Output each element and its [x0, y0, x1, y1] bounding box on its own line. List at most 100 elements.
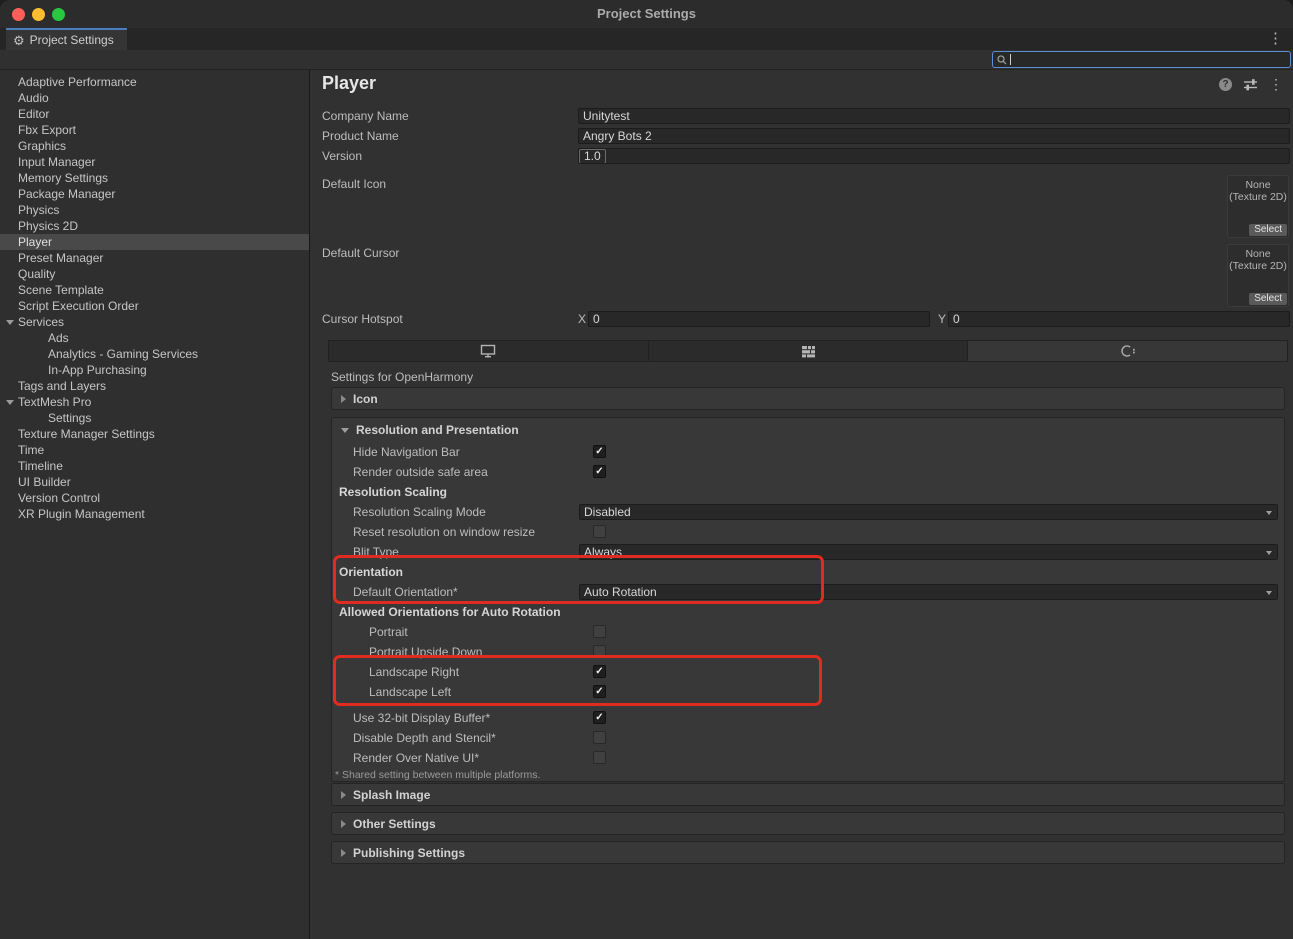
setting-label: Portrait [369, 625, 408, 639]
setting-row-render-outside-safe-area: Render outside safe area✓ [332, 462, 1284, 482]
checkbox[interactable]: ✓ [593, 445, 606, 458]
sidebar-item-label: Ads [48, 331, 69, 345]
chevron-right-icon [341, 820, 346, 828]
sidebar-item-xr-plugin-management[interactable]: XR Plugin Management [0, 506, 309, 522]
product-name-input[interactable]: Angry Bots 2 [578, 128, 1290, 144]
kebab-menu-icon[interactable]: ⋮ [1269, 78, 1283, 91]
sidebar-item-package-manager[interactable]: Package Manager [0, 186, 309, 202]
chevron-down-icon [1266, 551, 1272, 555]
sidebar-item-editor[interactable]: Editor [0, 106, 309, 122]
player-settings-panel: Player ? ⋮ Company NameUnitytest Product … [311, 70, 1293, 939]
setting-label: Landscape Left [369, 685, 451, 699]
sidebar-item-label: UI Builder [18, 475, 71, 489]
platform-tab[interactable] [649, 341, 969, 361]
sidebar-item-services[interactable]: Services [0, 314, 309, 330]
settings-for-label: Settings for OpenHarmony [331, 370, 473, 384]
chevron-down-icon[interactable] [6, 400, 14, 405]
field-label: Product Name [322, 129, 399, 143]
select-button[interactable]: Select [1249, 293, 1287, 305]
sidebar-item-fbx-export[interactable]: Fbx Export [0, 122, 309, 138]
field-value: 1.0 [579, 149, 606, 164]
company-name-input[interactable]: Unitytest [578, 108, 1290, 124]
select-button[interactable]: Select [1249, 224, 1287, 236]
foldout-resolution-and-presentation: Resolution and Presentation Hide Navigat… [331, 417, 1285, 782]
sidebar-item-label: Package Manager [18, 187, 115, 201]
sidebar-item-quality[interactable]: Quality [0, 266, 309, 282]
sidebar-item-preset-manager[interactable]: Preset Manager [0, 250, 309, 266]
sidebar-item-adaptive-performance[interactable]: Adaptive Performance [0, 74, 309, 90]
setting-row-default-orientation-: Default Orientation*Auto Rotation [332, 582, 1284, 602]
sidebar-item-time[interactable]: Time [0, 442, 309, 458]
sidebar-item-ui-builder[interactable]: UI Builder [0, 474, 309, 490]
sidebar-item-graphics[interactable]: Graphics [0, 138, 309, 154]
version-input[interactable]: 1.0 [578, 148, 1290, 164]
sidebar-item-textmesh-pro[interactable]: TextMesh Pro [0, 394, 309, 410]
setting-row-hide-navigation-bar: Hide Navigation Bar✓ [332, 442, 1284, 462]
sidebar-item-input-manager[interactable]: Input Manager [0, 154, 309, 170]
foldout-splash-image[interactable]: Splash Image [331, 783, 1285, 806]
checkbox[interactable] [593, 731, 606, 744]
setting-label: Resolution Scaling [339, 485, 447, 499]
setting-label: Blit Type [353, 545, 399, 559]
sidebar-item-in-app-purchasing[interactable]: In-App Purchasing [0, 362, 309, 378]
sidebar-item-physics[interactable]: Physics [0, 202, 309, 218]
sidebar-item-label: Quality [18, 267, 55, 281]
sidebar-item-physics-2d[interactable]: Physics 2D [0, 218, 309, 234]
chevron-down-icon[interactable] [6, 320, 14, 325]
sidebar-item-label: Graphics [18, 139, 66, 153]
checkbox[interactable] [593, 525, 606, 538]
help-icon[interactable]: ? [1219, 78, 1232, 91]
sidebar-item-timeline[interactable]: Timeline [0, 458, 309, 474]
hotspot-y-input[interactable]: 0 [948, 311, 1290, 327]
checkbox[interactable]: ✓ [593, 711, 606, 724]
note-text: * Shared setting between multiple platfo… [335, 769, 540, 781]
sidebar-item-settings[interactable]: Settings [0, 410, 309, 426]
sidebar-item-audio[interactable]: Audio [0, 90, 309, 106]
toolbar [0, 50, 1293, 70]
search-input[interactable] [992, 51, 1291, 68]
checkbox[interactable]: ✓ [593, 685, 606, 698]
default-icon-slot[interactable]: None(Texture 2D)Select [1227, 175, 1289, 238]
kebab-menu-icon[interactable]: ⋮ [1268, 29, 1283, 47]
setting-label: Orientation [339, 565, 403, 579]
sidebar-item-texture-manager-settings[interactable]: Texture Manager Settings [0, 426, 309, 442]
preset-icon[interactable] [1243, 78, 1258, 91]
sidebar-item-version-control[interactable]: Version Control [0, 490, 309, 506]
hotspot-x-input[interactable]: 0 [588, 311, 930, 327]
sidebar-item-label: Audio [18, 91, 49, 105]
sidebar-item-ads[interactable]: Ads [0, 330, 309, 346]
foldout-other-settings[interactable]: Other Settings [331, 812, 1285, 835]
platform-tab[interactable] [329, 341, 649, 361]
section-header-resolution-scaling: Resolution Scaling [332, 482, 1284, 502]
sidebar-item-script-execution-order[interactable]: Script Execution Order [0, 298, 309, 314]
field-row: Company NameUnitytest [311, 108, 1293, 124]
desktop-platform-icon [480, 344, 496, 358]
sidebar-item-player[interactable]: Player [0, 234, 309, 250]
chevron-right-icon [341, 395, 346, 403]
resolution-scaling-mode-dropdown[interactable]: Disabled [579, 504, 1278, 520]
foldout-icon[interactable]: Icon [331, 387, 1285, 410]
default-cursor-slot[interactable]: None(Texture 2D)Select [1227, 244, 1289, 307]
page-title: Player [322, 73, 376, 94]
platform-tab[interactable] [968, 341, 1287, 361]
foldout-header[interactable]: Resolution and Presentation [332, 418, 1284, 442]
sidebar-item-scene-template[interactable]: Scene Template [0, 282, 309, 298]
tab-project-settings[interactable]: ⚙ Project Settings [6, 28, 127, 50]
checkbox[interactable] [593, 625, 606, 638]
project-settings-window: Project Settings ⚙ Project Settings ⋮ Ad… [0, 0, 1293, 939]
checkbox[interactable]: ✓ [593, 665, 606, 678]
default-orientation--dropdown[interactable]: Auto Rotation [579, 584, 1278, 600]
sidebar-item-analytics-gaming-services[interactable]: Analytics - Gaming Services [0, 346, 309, 362]
sidebar-item-memory-settings[interactable]: Memory Settings [0, 170, 309, 186]
text-caret [1010, 54, 1011, 65]
blit-type-dropdown[interactable]: Always [579, 544, 1278, 560]
checkbox[interactable] [593, 645, 606, 658]
checkbox[interactable] [593, 751, 606, 764]
slot-value-type: (Texture 2D) [1228, 260, 1288, 272]
sidebar-item-label: Adaptive Performance [18, 75, 137, 89]
field-row: Product Name Angry Bots 2 [311, 128, 1293, 144]
foldout-label: Resolution and Presentation [356, 423, 519, 437]
checkbox[interactable]: ✓ [593, 465, 606, 478]
foldout-publishing-settings[interactable]: Publishing Settings [331, 841, 1285, 864]
sidebar-item-tags-and-layers[interactable]: Tags and Layers [0, 378, 309, 394]
